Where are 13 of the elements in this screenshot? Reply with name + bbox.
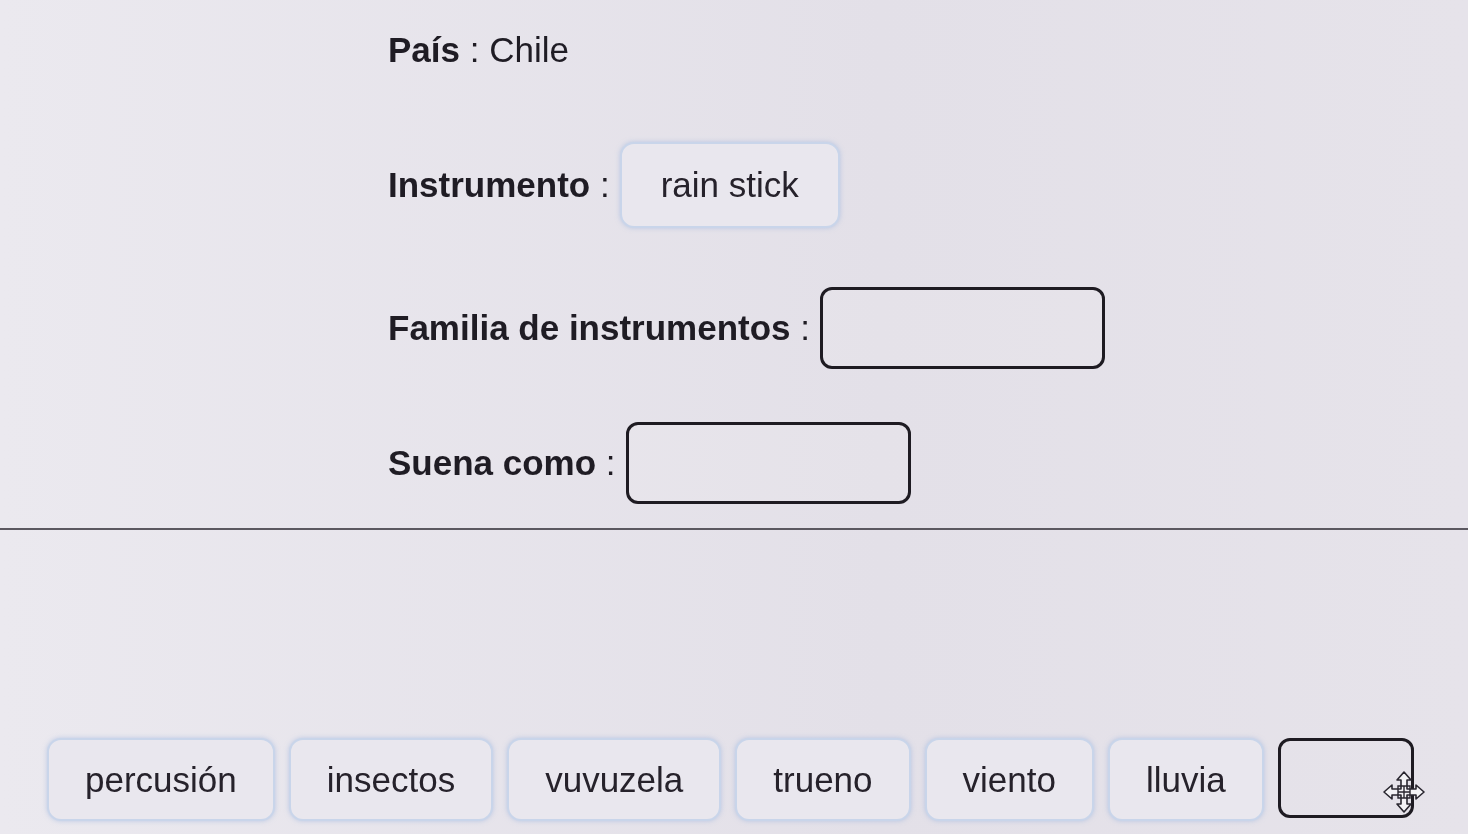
word-tile[interactable]: percusión [47, 738, 275, 821]
word-tile[interactable]: insectos [288, 738, 494, 821]
word-tile[interactable]: viento [924, 738, 1094, 821]
word-tile[interactable]: rain stick [619, 142, 840, 228]
field-label: Instrumento : [388, 165, 610, 205]
answer-box[interactable] [820, 287, 1106, 369]
word-tile[interactable]: lluvia [1107, 738, 1264, 821]
word-tile[interactable]: trueno [735, 738, 911, 821]
field-label: Familia de instrumentos : [388, 308, 811, 348]
word-tile[interactable]: vuvuzela [507, 738, 722, 821]
answer-box[interactable] [625, 422, 911, 504]
field-label: Suena como : [388, 443, 616, 483]
country-line: País : Chile [388, 30, 569, 70]
